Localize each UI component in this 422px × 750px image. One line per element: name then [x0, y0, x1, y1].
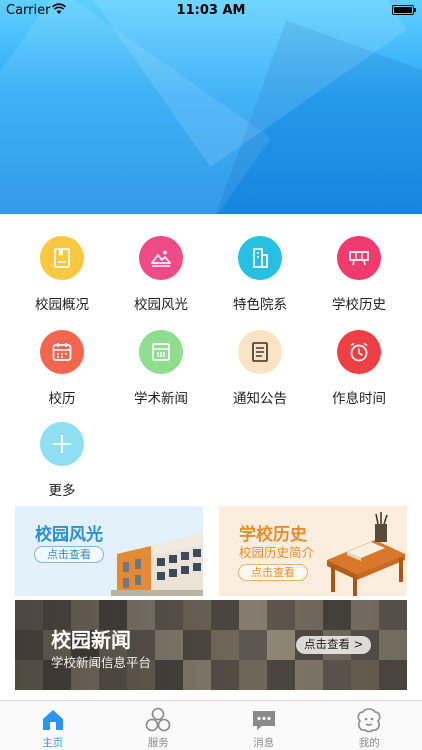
tab-services[interactable]: 服务	[106, 701, 212, 750]
hero-banner[interactable]	[0, 0, 422, 214]
cart-icon	[349, 251, 369, 266]
tab-label: 服务	[147, 737, 169, 749]
menu-icon-circle	[238, 236, 282, 280]
menu-item-departments[interactable]: 特色院系	[212, 236, 308, 313]
tab-label: 我的	[358, 737, 380, 749]
menu-item-label: 校历	[48, 391, 76, 407]
menu-item-schedule[interactable]: 作息时间	[311, 330, 407, 407]
calendar-icon	[52, 343, 72, 361]
battery-icon	[392, 5, 416, 15]
status-bar: Carrier 11:03 AM	[0, 0, 422, 22]
desk-illustration	[327, 512, 405, 596]
message-icon	[252, 711, 275, 730]
clock: 11:03 AM	[176, 3, 246, 18]
building-icon	[253, 248, 268, 268]
menu-item-label: 通知公告	[233, 391, 287, 407]
menu-icon-circle	[40, 330, 84, 374]
book-icon	[54, 248, 70, 268]
menu-item-academic-news[interactable]: 学术新闻	[113, 330, 209, 407]
plus-icon	[53, 435, 71, 453]
tab-bar: 主页 服务 消息 我的	[0, 700, 422, 750]
landscape-icon	[151, 250, 171, 267]
school-history-banner[interactable]: 学校历史 校园历史简介 点击查看	[219, 506, 407, 596]
menu-item-label: 更多	[48, 483, 76, 499]
menu-icon-circle	[40, 236, 84, 280]
menu-icon-circle	[139, 330, 183, 374]
menu-item-campus-scenery[interactable]: 校园风光	[113, 236, 209, 313]
menu-item-label: 学校历史	[332, 297, 386, 313]
campus-scenery-banner[interactable]: 校园风光 点击查看	[15, 506, 203, 596]
tab-messages[interactable]: 消息	[211, 701, 317, 750]
menu-icon-circle	[337, 330, 381, 374]
banner-title: 校园新闻	[51, 628, 131, 652]
menu-item-campus-overview[interactable]: 校园概况	[14, 236, 110, 313]
menu-icon-circle	[40, 422, 84, 466]
menu-item-label: 学术新闻	[134, 391, 188, 407]
view-button[interactable]: 点击查看 >	[296, 636, 372, 654]
campus-news-banner[interactable]: 校园新闻 学校新闻信息平台 点击查看 >	[15, 600, 407, 690]
tab-label: 主页	[42, 737, 64, 749]
menu-icon-circle	[238, 330, 282, 374]
banner-subtitle: 校园历史简介	[239, 545, 315, 560]
view-button[interactable]: 点击查看	[238, 564, 308, 581]
services-icon	[145, 707, 171, 732]
menu-item-more[interactable]: 更多	[14, 422, 110, 499]
tab-label: 消息	[253, 737, 275, 749]
alarm-clock-icon	[350, 342, 368, 362]
notice-icon	[252, 342, 268, 362]
menu-item-label: 特色院系	[233, 297, 287, 313]
menu-item-label: 作息时间	[332, 391, 386, 407]
menu-icon-circle	[337, 236, 381, 280]
menu-item-label: 校园概况	[35, 297, 89, 313]
news-icon	[152, 343, 170, 361]
banner-title: 校园风光	[35, 525, 103, 545]
menu-item-school-calendar[interactable]: 校历	[14, 330, 110, 407]
menu-item-notices[interactable]: 通知公告	[212, 330, 308, 407]
home-icon	[42, 710, 63, 730]
building-illustration	[111, 532, 203, 596]
tab-home[interactable]: 主页	[0, 701, 106, 750]
menu-item-school-history[interactable]: 学校历史	[311, 236, 407, 313]
profile-icon	[357, 708, 381, 733]
banner-subtitle: 学校新闻信息平台	[51, 655, 152, 670]
menu-icon-circle	[139, 236, 183, 280]
view-button[interactable]: 点击查看	[34, 546, 104, 563]
tab-profile[interactable]: 我的	[317, 701, 422, 750]
menu-item-label: 校园风光	[134, 297, 188, 313]
